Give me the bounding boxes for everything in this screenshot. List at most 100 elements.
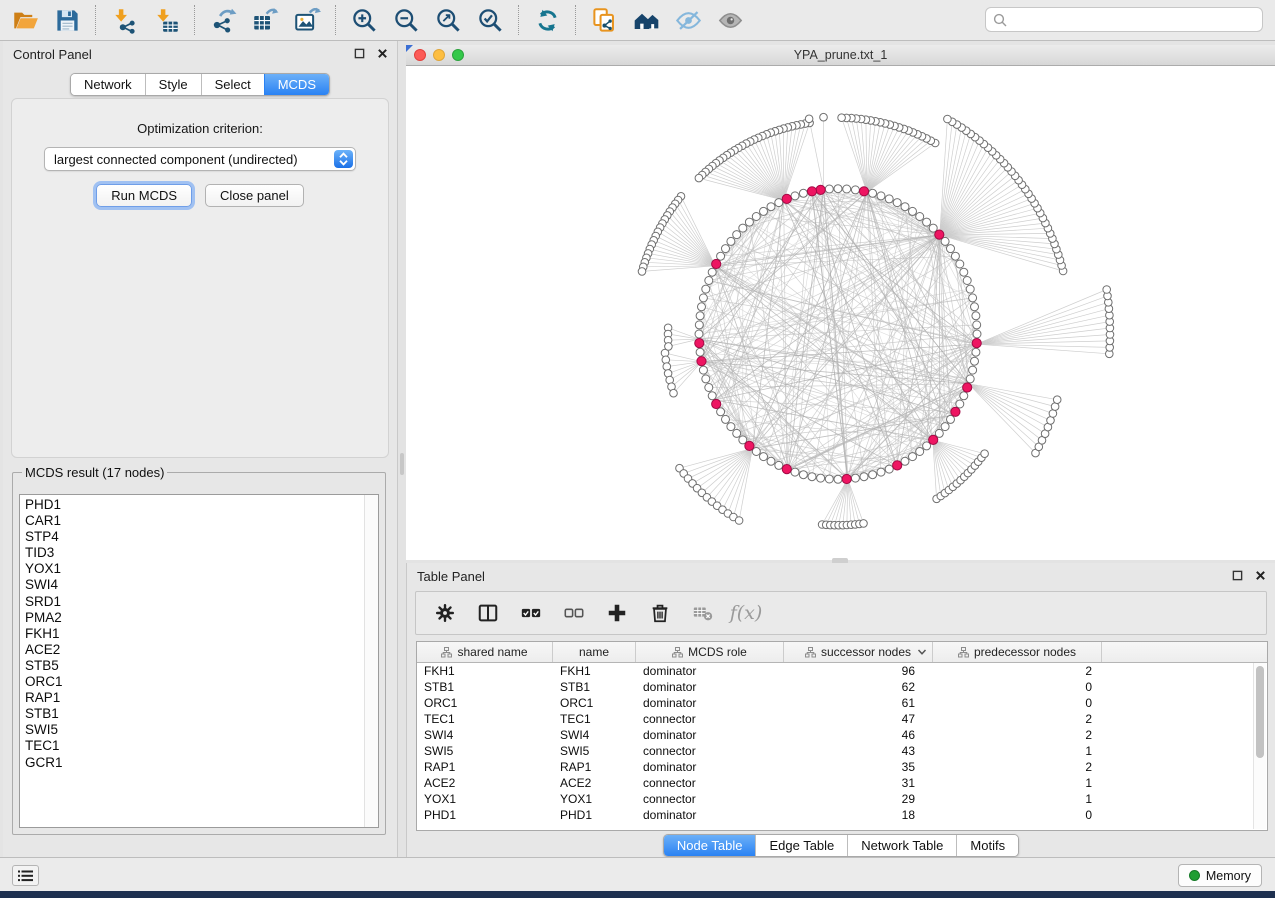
ring-node[interactable] bbox=[843, 185, 851, 193]
mcds-hub-node[interactable] bbox=[816, 185, 825, 194]
table-row[interactable]: ORC1ORC1dominator610 bbox=[417, 695, 1267, 711]
table-row[interactable]: PHD1PHD1dominator180 bbox=[417, 807, 1267, 823]
home-button[interactable] bbox=[625, 3, 667, 37]
splitter-handle[interactable] bbox=[400, 453, 404, 475]
export-image-button[interactable] bbox=[286, 3, 328, 37]
mcds-result-item[interactable]: FKH1 bbox=[25, 626, 365, 642]
ring-node[interactable] bbox=[969, 366, 977, 374]
tab-style[interactable]: Style bbox=[145, 74, 201, 95]
ring-node[interactable] bbox=[775, 461, 783, 469]
delete-table-button[interactable] bbox=[688, 598, 718, 628]
ring-node[interactable] bbox=[760, 453, 768, 461]
ring-node[interactable] bbox=[825, 475, 833, 483]
run-mcds-button[interactable]: Run MCDS bbox=[96, 184, 192, 207]
minimize-window-button[interactable] bbox=[433, 49, 445, 61]
ring-node[interactable] bbox=[956, 260, 964, 268]
ring-node[interactable] bbox=[951, 252, 959, 260]
table-scrollbar[interactable] bbox=[1253, 663, 1266, 829]
ring-node[interactable] bbox=[877, 192, 885, 200]
leaf-node[interactable] bbox=[838, 114, 846, 122]
leaf-node[interactable] bbox=[820, 113, 828, 121]
ring-node[interactable] bbox=[733, 231, 741, 239]
ring-node[interactable] bbox=[966, 285, 974, 293]
mcds-hub-node[interactable] bbox=[893, 461, 902, 470]
table-settings-button[interactable] bbox=[430, 598, 460, 628]
ring-node[interactable] bbox=[699, 366, 707, 374]
mcds-hub-node[interactable] bbox=[782, 194, 791, 203]
leaf-node[interactable] bbox=[981, 450, 989, 458]
show-column-selector-button[interactable] bbox=[473, 598, 503, 628]
ring-node[interactable] bbox=[702, 375, 710, 383]
ring-node[interactable] bbox=[760, 207, 768, 215]
ring-node[interactable] bbox=[808, 473, 816, 481]
mcds-result-item[interactable]: SWI5 bbox=[25, 722, 365, 738]
mcds-result-item[interactable]: ORC1 bbox=[25, 674, 365, 690]
ring-node[interactable] bbox=[851, 186, 859, 194]
mcds-result-item[interactable]: SRD1 bbox=[25, 594, 365, 610]
ring-node[interactable] bbox=[860, 473, 868, 481]
ring-node[interactable] bbox=[775, 199, 783, 207]
table-row[interactable]: TEC1TEC1connector472 bbox=[417, 711, 1267, 727]
mcds-hub-node[interactable] bbox=[807, 187, 816, 196]
ring-node[interactable] bbox=[966, 375, 974, 383]
ring-node[interactable] bbox=[901, 457, 909, 465]
ring-node[interactable] bbox=[851, 474, 859, 482]
leaf-node[interactable] bbox=[670, 389, 678, 397]
column-header-name[interactable]: name bbox=[553, 642, 636, 662]
column-header-predecessor-nodes[interactable]: predecessor nodes bbox=[933, 642, 1102, 662]
ring-node[interactable] bbox=[708, 392, 716, 400]
import-network-button[interactable] bbox=[103, 3, 145, 37]
delete-columns-button[interactable] bbox=[645, 598, 675, 628]
ring-node[interactable] bbox=[767, 203, 775, 211]
ring-node[interactable] bbox=[698, 303, 706, 311]
ring-node[interactable] bbox=[963, 277, 971, 285]
ring-node[interactable] bbox=[960, 268, 968, 276]
network-window-titlebar[interactable]: YPA_prune.txt_1 bbox=[406, 45, 1275, 66]
ring-node[interactable] bbox=[717, 252, 725, 260]
ring-node[interactable] bbox=[947, 245, 955, 253]
ring-node[interactable] bbox=[893, 199, 901, 207]
ring-node[interactable] bbox=[699, 294, 707, 302]
ring-node[interactable] bbox=[971, 303, 979, 311]
mcds-hub-node[interactable] bbox=[782, 465, 791, 474]
leaf-node[interactable] bbox=[1103, 286, 1111, 294]
table-row[interactable]: ACE2ACE2connector311 bbox=[417, 775, 1267, 791]
tab-network[interactable]: Network bbox=[71, 74, 145, 95]
ring-node[interactable] bbox=[695, 330, 703, 338]
export-network-button[interactable] bbox=[202, 3, 244, 37]
zoom-selected-button[interactable] bbox=[469, 3, 511, 37]
create-column-button[interactable] bbox=[602, 598, 632, 628]
leaf-node[interactable] bbox=[805, 115, 813, 123]
close-panel-button[interactable] bbox=[375, 46, 389, 60]
ring-node[interactable] bbox=[973, 330, 981, 338]
ring-node[interactable] bbox=[696, 312, 704, 320]
mcds-result-item[interactable]: STP4 bbox=[25, 529, 365, 545]
search-input[interactable] bbox=[1012, 11, 1255, 28]
mcds-result-item[interactable]: SWI4 bbox=[25, 577, 365, 593]
ring-node[interactable] bbox=[739, 224, 747, 232]
ring-node[interactable] bbox=[791, 192, 799, 200]
memory-button[interactable]: Memory bbox=[1178, 864, 1262, 887]
ring-node[interactable] bbox=[799, 471, 807, 479]
ring-node[interactable] bbox=[705, 384, 713, 392]
mcds-list-scrollbar[interactable] bbox=[364, 495, 378, 827]
ring-node[interactable] bbox=[909, 453, 917, 461]
close-window-button[interactable] bbox=[414, 49, 426, 61]
criterion-select[interactable]: largest connected component (undirected) bbox=[44, 147, 356, 171]
mcds-result-item[interactable]: RAP1 bbox=[25, 690, 365, 706]
ring-node[interactable] bbox=[972, 348, 980, 356]
ring-node[interactable] bbox=[695, 321, 703, 329]
leaf-node[interactable] bbox=[944, 115, 952, 123]
ring-node[interactable] bbox=[727, 423, 735, 431]
mcds-result-item[interactable]: CAR1 bbox=[25, 513, 365, 529]
mcds-result-item[interactable]: STB1 bbox=[25, 706, 365, 722]
ring-node[interactable] bbox=[825, 185, 833, 193]
ring-node[interactable] bbox=[834, 475, 842, 483]
tab-edge-table[interactable]: Edge Table bbox=[755, 835, 847, 856]
tab-node-table[interactable]: Node Table bbox=[664, 835, 756, 856]
ring-node[interactable] bbox=[696, 348, 704, 356]
mcds-result-item[interactable]: PMA2 bbox=[25, 610, 365, 626]
column-header-successor-nodes[interactable]: successor nodes bbox=[784, 642, 933, 662]
network-canvas[interactable] bbox=[406, 66, 1275, 561]
ring-node[interactable] bbox=[717, 408, 725, 416]
